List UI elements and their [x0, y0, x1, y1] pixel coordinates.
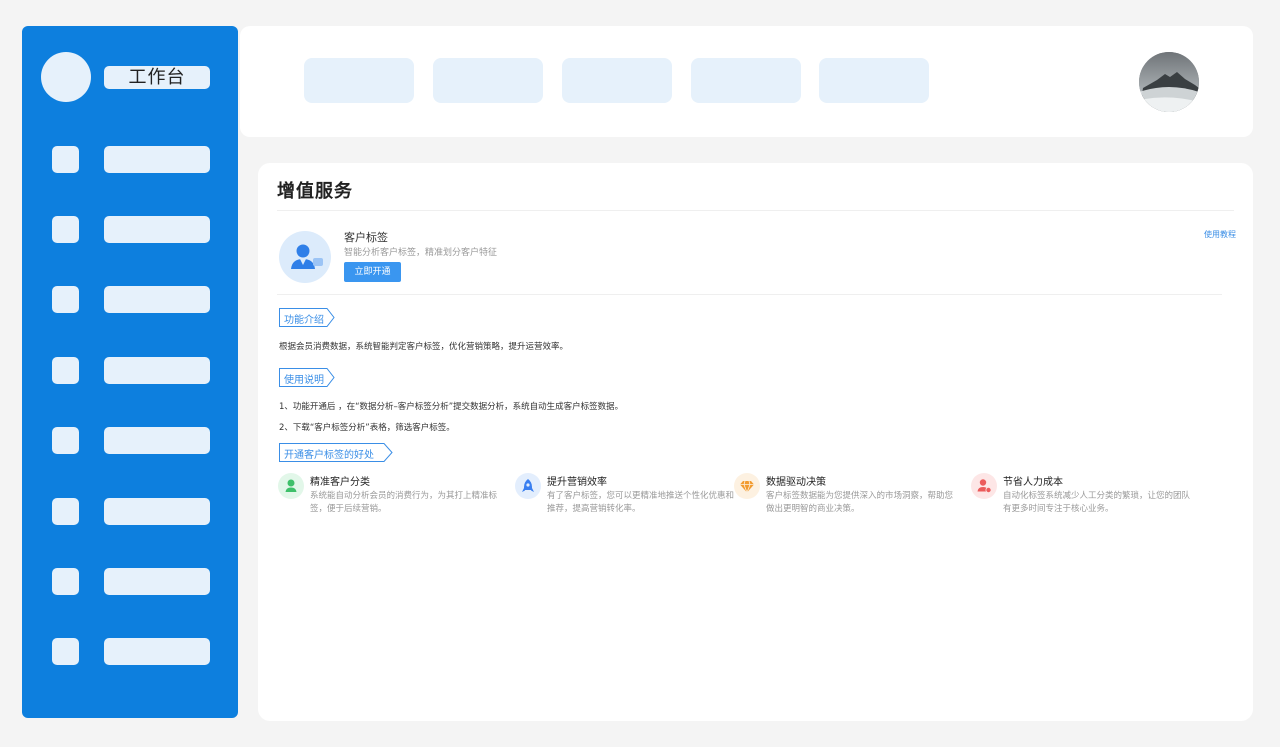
- sidebar: 工作台: [22, 26, 238, 718]
- sidebar-item-icon: [52, 216, 79, 243]
- sidebar-item-icon: [52, 568, 79, 595]
- sidebar-item-label-placeholder: [104, 357, 210, 384]
- sidebar-item-icon: [52, 638, 79, 665]
- sidebar-item-label-placeholder: [104, 638, 210, 665]
- sidebar-item-7[interactable]: [52, 568, 210, 595]
- activate-button[interactable]: 立即开通: [344, 262, 401, 282]
- sidebar-title[interactable]: 工作台: [104, 66, 210, 89]
- main-panel: 增值服务 客户标签 智能分析客户标签，精准划分客户特征 立即开通 使用教程 功能…: [258, 163, 1253, 721]
- tutorial-link[interactable]: 使用教程: [1204, 229, 1236, 240]
- sidebar-item-3[interactable]: [52, 286, 210, 313]
- sidebar-item-icon: [52, 357, 79, 384]
- sidebar-item-1[interactable]: [52, 146, 210, 173]
- sidebar-item-label-placeholder: [104, 498, 210, 525]
- top-header: [240, 26, 1253, 137]
- divider: [277, 294, 1222, 295]
- customer-service-icon: [279, 231, 331, 283]
- sidebar-item-icon: [52, 427, 79, 454]
- service-name: 客户标签: [344, 231, 388, 244]
- mountain-avatar-image: [1139, 52, 1199, 112]
- diamond-icon: [734, 473, 760, 499]
- rocket-icon: [515, 473, 541, 499]
- sidebar-item-2[interactable]: [52, 216, 210, 243]
- sidebar-item-label-placeholder: [104, 216, 210, 243]
- sidebar-item-4[interactable]: [52, 357, 210, 384]
- divider: [277, 210, 1234, 211]
- usage-step-2: 2、下载“客户标签分析”表格，筛选客户标签。: [279, 423, 455, 433]
- page-title: 增值服务: [277, 181, 353, 202]
- intro-text: 根据会员消费数据，系统智能判定客户标签，优化营销策略，提升运营效率。: [279, 342, 569, 352]
- person-cost-icon: [971, 473, 997, 499]
- user-avatar[interactable]: [1139, 52, 1199, 112]
- service-description: 智能分析客户标签，精准划分客户特征: [344, 248, 498, 258]
- sidebar-item-label-placeholder: [104, 427, 210, 454]
- sidebar-item-icon: [52, 146, 79, 173]
- section-label-benefits: 开通客户标签的好处: [279, 443, 393, 462]
- logo-placeholder: [41, 52, 91, 102]
- sidebar-item-icon: [52, 498, 79, 525]
- header-tab-4[interactable]: [691, 58, 801, 103]
- sidebar-item-icon: [52, 286, 79, 313]
- sidebar-item-5[interactable]: [52, 427, 210, 454]
- section-label-intro: 功能介绍: [279, 308, 335, 327]
- header-tab-1[interactable]: [304, 58, 414, 103]
- header-tab-5[interactable]: [819, 58, 929, 103]
- user-icon: [278, 473, 304, 499]
- sidebar-item-label-placeholder: [104, 146, 210, 173]
- usage-step-1: 1、功能开通后 ，在“数据分析–客户标签分析”提交数据分析，系统自动生成客户标签…: [279, 402, 624, 412]
- sidebar-item-label-placeholder: [104, 286, 210, 313]
- sidebar-item-6[interactable]: [52, 498, 210, 525]
- sidebar-item-label-placeholder: [104, 568, 210, 595]
- header-tab-3[interactable]: [562, 58, 672, 103]
- sidebar-item-8[interactable]: [52, 638, 210, 665]
- section-label-usage: 使用说明: [279, 368, 335, 387]
- header-tab-2[interactable]: [433, 58, 543, 103]
